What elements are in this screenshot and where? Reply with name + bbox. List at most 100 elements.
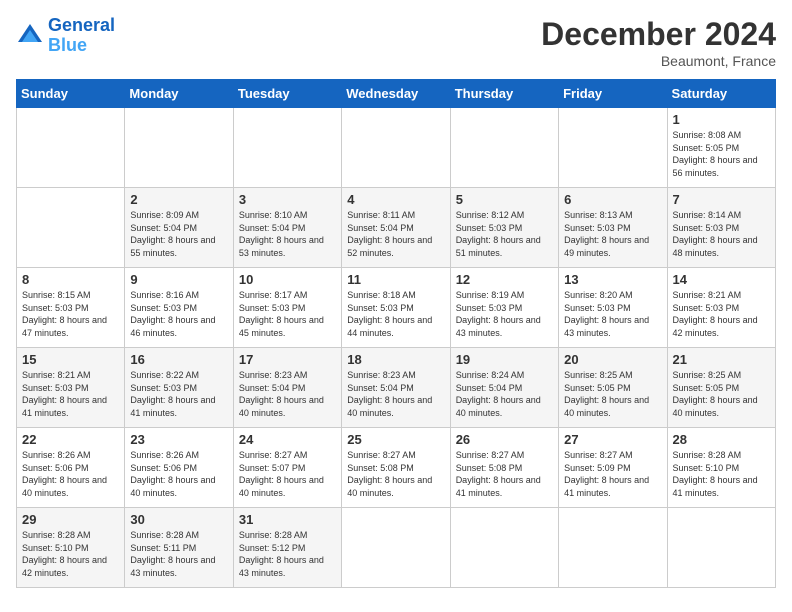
- day-number: 8: [22, 272, 119, 287]
- day-number: 17: [239, 352, 336, 367]
- calendar-day-cell: 26Sunrise: 8:27 AMSunset: 5:08 PMDayligh…: [450, 428, 558, 508]
- cell-content: Sunrise: 8:15 AMSunset: 5:03 PMDaylight:…: [22, 289, 119, 339]
- cell-content: Sunrise: 8:23 AMSunset: 5:04 PMDaylight:…: [347, 369, 444, 419]
- weekday-header: Tuesday: [233, 80, 341, 108]
- calendar-day-cell: 29Sunrise: 8:28 AMSunset: 5:10 PMDayligh…: [17, 508, 125, 588]
- day-number: 18: [347, 352, 444, 367]
- calendar-day-cell: 10 Sunrise: 8:17 AMSunset: 5:03 PMDayligh…: [233, 268, 341, 348]
- empty-cell: [450, 508, 558, 588]
- calendar-day-cell: 19Sunrise: 8:24 AMSunset: 5:04 PMDayligh…: [450, 348, 558, 428]
- empty-cell: [342, 108, 450, 188]
- cell-content: Sunrise: 8:16 AMSunset: 5:03 PMDaylight:…: [130, 289, 227, 339]
- day-number: 16: [130, 352, 227, 367]
- calendar-week-row: 8 Sunrise: 8:15 AMSunset: 5:03 PMDaylight…: [17, 268, 776, 348]
- calendar-day-cell: 23 Sunrise: 8:26 AMSunset: 5:06 PMDayligh…: [125, 428, 233, 508]
- title-block: December 2024 Beaumont, France: [541, 16, 776, 69]
- logo-text: General Blue: [48, 16, 115, 56]
- calendar-day-cell: 5 Sunrise: 8:12 AMSunset: 5:03 PMDaylight…: [450, 188, 558, 268]
- calendar-day-cell: 25 Sunrise: 8:27 AMSunset: 5:08 PMDayligh…: [342, 428, 450, 508]
- day-number: 7: [673, 192, 770, 207]
- day-number: 23: [130, 432, 227, 447]
- day-number: 12: [456, 272, 553, 287]
- calendar-day-cell: 9 Sunrise: 8:16 AMSunset: 5:03 PMDaylight…: [125, 268, 233, 348]
- day-number: 22: [22, 432, 119, 447]
- calendar-day-cell: 1Sunrise: 8:08 AMSunset: 5:05 PMDaylight…: [667, 108, 775, 188]
- calendar-day-cell: 28Sunrise: 8:28 AMSunset: 5:10 PMDayligh…: [667, 428, 775, 508]
- day-number: 24: [239, 432, 336, 447]
- weekday-header: Friday: [559, 80, 667, 108]
- day-number: 21: [673, 352, 770, 367]
- cell-content: Sunrise: 8:12 AMSunset: 5:03 PMDaylight:…: [456, 209, 553, 259]
- cell-content: Sunrise: 8:25 AMSunset: 5:05 PMDaylight:…: [564, 369, 661, 419]
- weekday-header: Saturday: [667, 80, 775, 108]
- empty-cell: [559, 108, 667, 188]
- cell-content: Sunrise: 8:23 AMSunset: 5:04 PMDaylight:…: [239, 369, 336, 419]
- calendar-week-row: 1Sunrise: 8:08 AMSunset: 5:05 PMDaylight…: [17, 108, 776, 188]
- empty-cell: [17, 108, 125, 188]
- day-number: 4: [347, 192, 444, 207]
- calendar-day-cell: 15Sunrise: 8:21 AMSunset: 5:03 PMDayligh…: [17, 348, 125, 428]
- calendar-day-cell: 13 Sunrise: 8:20 AMSunset: 5:03 PMDayligh…: [559, 268, 667, 348]
- day-number: 5: [456, 192, 553, 207]
- cell-content: Sunrise: 8:27 AMSunset: 5:07 PMDaylight:…: [239, 449, 336, 499]
- cell-content: Sunrise: 8:26 AMSunset: 5:06 PMDaylight:…: [22, 449, 119, 499]
- calendar-week-row: 22 Sunrise: 8:26 AMSunset: 5:06 PMDayligh…: [17, 428, 776, 508]
- cell-content: Sunrise: 8:28 AMSunset: 5:11 PMDaylight:…: [130, 529, 227, 579]
- day-number: 11: [347, 272, 444, 287]
- cell-content: Sunrise: 8:25 AMSunset: 5:05 PMDaylight:…: [673, 369, 770, 419]
- cell-content: Sunrise: 8:26 AMSunset: 5:06 PMDaylight:…: [130, 449, 227, 499]
- calendar-week-row: 29Sunrise: 8:28 AMSunset: 5:10 PMDayligh…: [17, 508, 776, 588]
- logo-icon: [16, 22, 44, 50]
- cell-content: Sunrise: 8:21 AMSunset: 5:03 PMDaylight:…: [673, 289, 770, 339]
- day-number: 27: [564, 432, 661, 447]
- cell-content: Sunrise: 8:24 AMSunset: 5:04 PMDaylight:…: [456, 369, 553, 419]
- cell-content: Sunrise: 8:20 AMSunset: 5:03 PMDaylight:…: [564, 289, 661, 339]
- calendar-week-row: 15Sunrise: 8:21 AMSunset: 5:03 PMDayligh…: [17, 348, 776, 428]
- day-number: 30: [130, 512, 227, 527]
- cell-content: Sunrise: 8:28 AMSunset: 5:12 PMDaylight:…: [239, 529, 336, 579]
- day-number: 13: [564, 272, 661, 287]
- cell-content: Sunrise: 8:08 AMSunset: 5:05 PMDaylight:…: [673, 129, 770, 179]
- cell-content: Sunrise: 8:27 AMSunset: 5:08 PMDaylight:…: [456, 449, 553, 499]
- day-number: 20: [564, 352, 661, 367]
- month-title: December 2024: [541, 16, 776, 53]
- day-number: 25: [347, 432, 444, 447]
- calendar-day-cell: 18 Sunrise: 8:23 AMSunset: 5:04 PMDayligh…: [342, 348, 450, 428]
- calendar-day-cell: 7Sunrise: 8:14 AMSunset: 5:03 PMDaylight…: [667, 188, 775, 268]
- location: Beaumont, France: [541, 53, 776, 69]
- calendar-day-cell: 2 Sunrise: 8:09 AMSunset: 5:04 PMDaylight…: [125, 188, 233, 268]
- empty-cell: [233, 108, 341, 188]
- day-number: 31: [239, 512, 336, 527]
- cell-content: Sunrise: 8:10 AMSunset: 5:04 PMDaylight:…: [239, 209, 336, 259]
- cell-content: Sunrise: 8:11 AMSunset: 5:04 PMDaylight:…: [347, 209, 444, 259]
- day-number: 29: [22, 512, 119, 527]
- calendar-day-cell: 3Sunrise: 8:10 AMSunset: 5:04 PMDaylight…: [233, 188, 341, 268]
- cell-content: Sunrise: 8:09 AMSunset: 5:04 PMDaylight:…: [130, 209, 227, 259]
- weekday-header: Wednesday: [342, 80, 450, 108]
- calendar-day-cell: 6Sunrise: 8:13 AMSunset: 5:03 PMDaylight…: [559, 188, 667, 268]
- day-number: 10: [239, 272, 336, 287]
- day-number: 6: [564, 192, 661, 207]
- empty-cell: [559, 508, 667, 588]
- calendar-day-cell: 20 Sunrise: 8:25 AMSunset: 5:05 PMDayligh…: [559, 348, 667, 428]
- day-number: 9: [130, 272, 227, 287]
- cell-content: Sunrise: 8:17 AMSunset: 5:03 PMDaylight:…: [239, 289, 336, 339]
- weekday-header: Monday: [125, 80, 233, 108]
- calendar-day-cell: 17 Sunrise: 8:23 AMSunset: 5:04 PMDayligh…: [233, 348, 341, 428]
- calendar-day-cell: 4 Sunrise: 8:11 AMSunset: 5:04 PMDaylight…: [342, 188, 450, 268]
- calendar-day-cell: 11Sunrise: 8:18 AMSunset: 5:03 PMDayligh…: [342, 268, 450, 348]
- empty-cell: [125, 108, 233, 188]
- day-number: 2: [130, 192, 227, 207]
- calendar-table: SundayMondayTuesdayWednesdayThursdayFrid…: [16, 79, 776, 588]
- cell-content: Sunrise: 8:27 AMSunset: 5:09 PMDaylight:…: [564, 449, 661, 499]
- cell-content: Sunrise: 8:27 AMSunset: 5:08 PMDaylight:…: [347, 449, 444, 499]
- cell-content: Sunrise: 8:22 AMSunset: 5:03 PMDaylight:…: [130, 369, 227, 419]
- empty-cell: [450, 108, 558, 188]
- calendar-day-cell: 30 Sunrise: 8:28 AMSunset: 5:11 PMDayligh…: [125, 508, 233, 588]
- calendar-day-cell: 27 Sunrise: 8:27 AMSunset: 5:09 PMDayligh…: [559, 428, 667, 508]
- calendar-day-cell: 31 Sunrise: 8:28 AMSunset: 5:12 PMDayligh…: [233, 508, 341, 588]
- calendar-day-cell: 21 Sunrise: 8:25 AMSunset: 5:05 PMDayligh…: [667, 348, 775, 428]
- cell-content: Sunrise: 8:19 AMSunset: 5:03 PMDaylight:…: [456, 289, 553, 339]
- calendar-week-row: 2 Sunrise: 8:09 AMSunset: 5:04 PMDaylight…: [17, 188, 776, 268]
- weekday-header: Thursday: [450, 80, 558, 108]
